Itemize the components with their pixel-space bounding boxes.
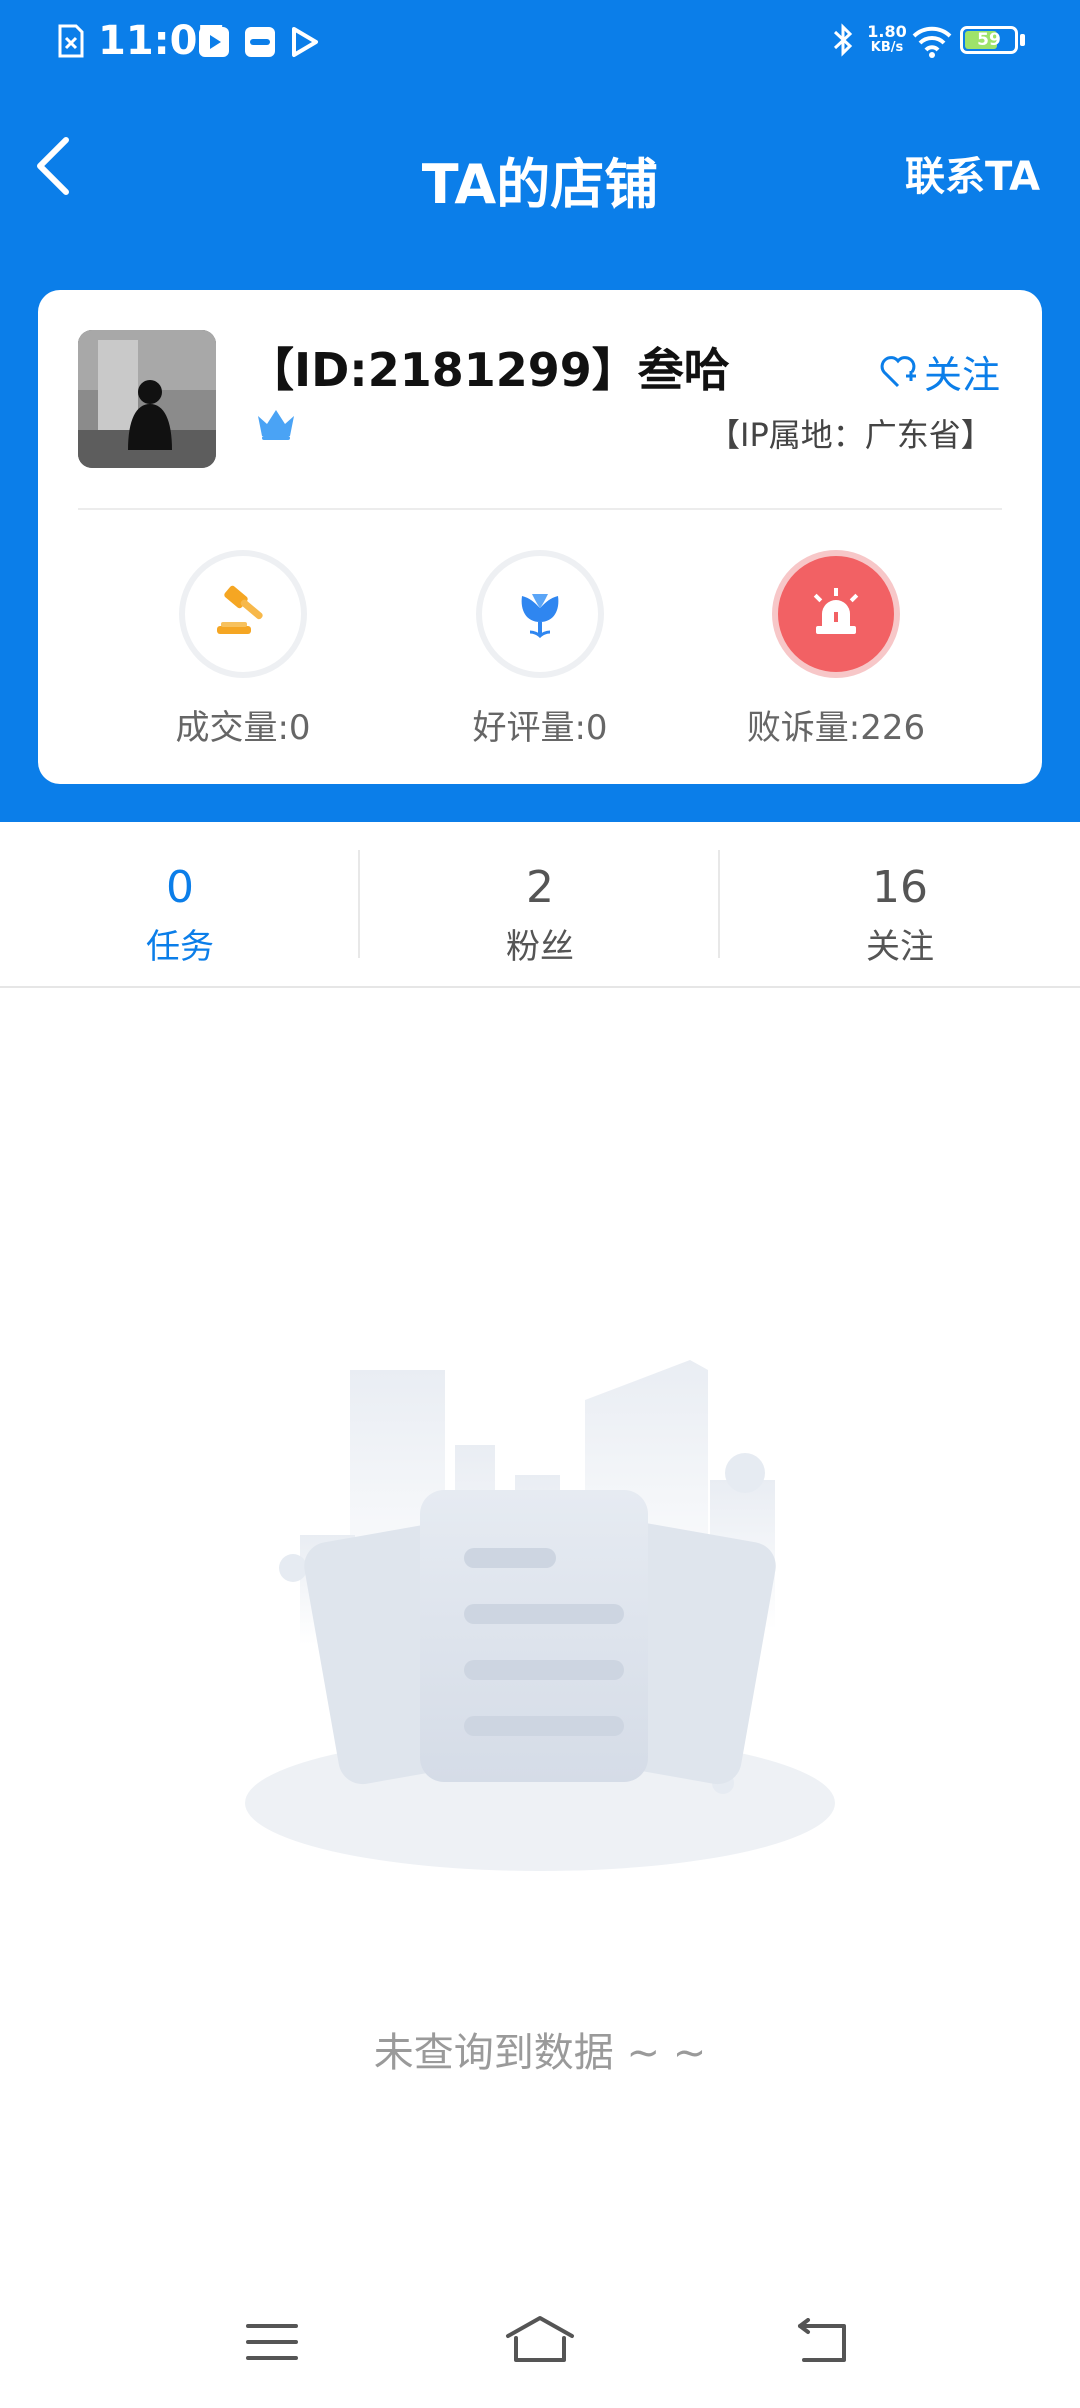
stat-lost-cases: 败诉量:226 bbox=[686, 550, 986, 749]
menu-icon[interactable] bbox=[244, 2320, 300, 2364]
empty-state-illustration bbox=[245, 1360, 835, 1871]
stat-reviews-label: 好评量:0 bbox=[472, 708, 608, 748]
play-app-icon bbox=[292, 27, 318, 57]
crown-icon bbox=[258, 410, 294, 440]
tab-bar: 0 任务 2 粉丝 16 关注 bbox=[0, 822, 1080, 988]
stat-reviews-icon-circle bbox=[476, 550, 604, 678]
vivo-app-icon bbox=[245, 27, 275, 57]
follow-button[interactable]: 关注 bbox=[878, 344, 1000, 399]
stat-deals-icon-circle bbox=[179, 550, 307, 678]
tab-tasks[interactable]: 0 任务 bbox=[0, 862, 360, 968]
avatar-image bbox=[78, 330, 216, 468]
net-speed: 1.80 KB/s bbox=[867, 22, 907, 56]
shop-profile-card: 【ID:2181299】叁哈 关注 【IP属地：广东省】 成交量:0 好评量:0… bbox=[38, 290, 1042, 784]
alarm-icon bbox=[813, 588, 859, 634]
stat-lost-label: 败诉量:226 bbox=[746, 708, 926, 748]
stat-deals: 成交量:0 bbox=[93, 550, 393, 749]
tab-following-count: 16 bbox=[872, 862, 928, 913]
video-app-icon bbox=[199, 27, 229, 57]
avatar[interactable] bbox=[78, 330, 216, 468]
battery-tip bbox=[1020, 34, 1025, 46]
contact-ta-button[interactable]: 联系TA bbox=[905, 144, 1040, 202]
tulip-icon bbox=[521, 594, 559, 639]
gavel-icon bbox=[217, 585, 263, 634]
bluetooth-icon bbox=[833, 23, 853, 57]
heart-plus-icon bbox=[880, 355, 916, 387]
tab-tasks-label: 任务 bbox=[146, 927, 214, 967]
stat-lost-icon-circle bbox=[772, 550, 900, 678]
tab-following[interactable]: 16 关注 bbox=[720, 862, 1080, 968]
tab-fans[interactable]: 2 粉丝 bbox=[360, 862, 720, 968]
home-icon[interactable] bbox=[504, 2314, 576, 2364]
wifi-icon bbox=[912, 26, 952, 58]
system-nav-bar bbox=[0, 2278, 1080, 2408]
back-nav-icon[interactable] bbox=[796, 2318, 852, 2364]
battery-icon: 59 bbox=[960, 26, 1018, 54]
stat-good-reviews: 好评量:0 bbox=[390, 550, 690, 749]
tab-fans-label: 粉丝 bbox=[506, 927, 574, 967]
tab-fans-count: 2 bbox=[526, 862, 554, 913]
stat-deals-label: 成交量:0 bbox=[175, 708, 311, 748]
ip-location: 【IP属地：广东省】 bbox=[708, 416, 993, 454]
divider bbox=[78, 508, 1002, 510]
empty-state-message: 未查询到数据 ~ ~ bbox=[373, 2030, 707, 2076]
status-bar: 11:07 1.80 KB/s 59 bbox=[0, 0, 1080, 80]
follow-label: 关注 bbox=[924, 353, 1001, 397]
tab-following-label: 关注 bbox=[866, 927, 934, 967]
shop-name: 【ID:2181299】叁哈 bbox=[248, 343, 730, 397]
sim-icon bbox=[58, 24, 84, 58]
tab-tasks-count: 0 bbox=[166, 862, 194, 913]
